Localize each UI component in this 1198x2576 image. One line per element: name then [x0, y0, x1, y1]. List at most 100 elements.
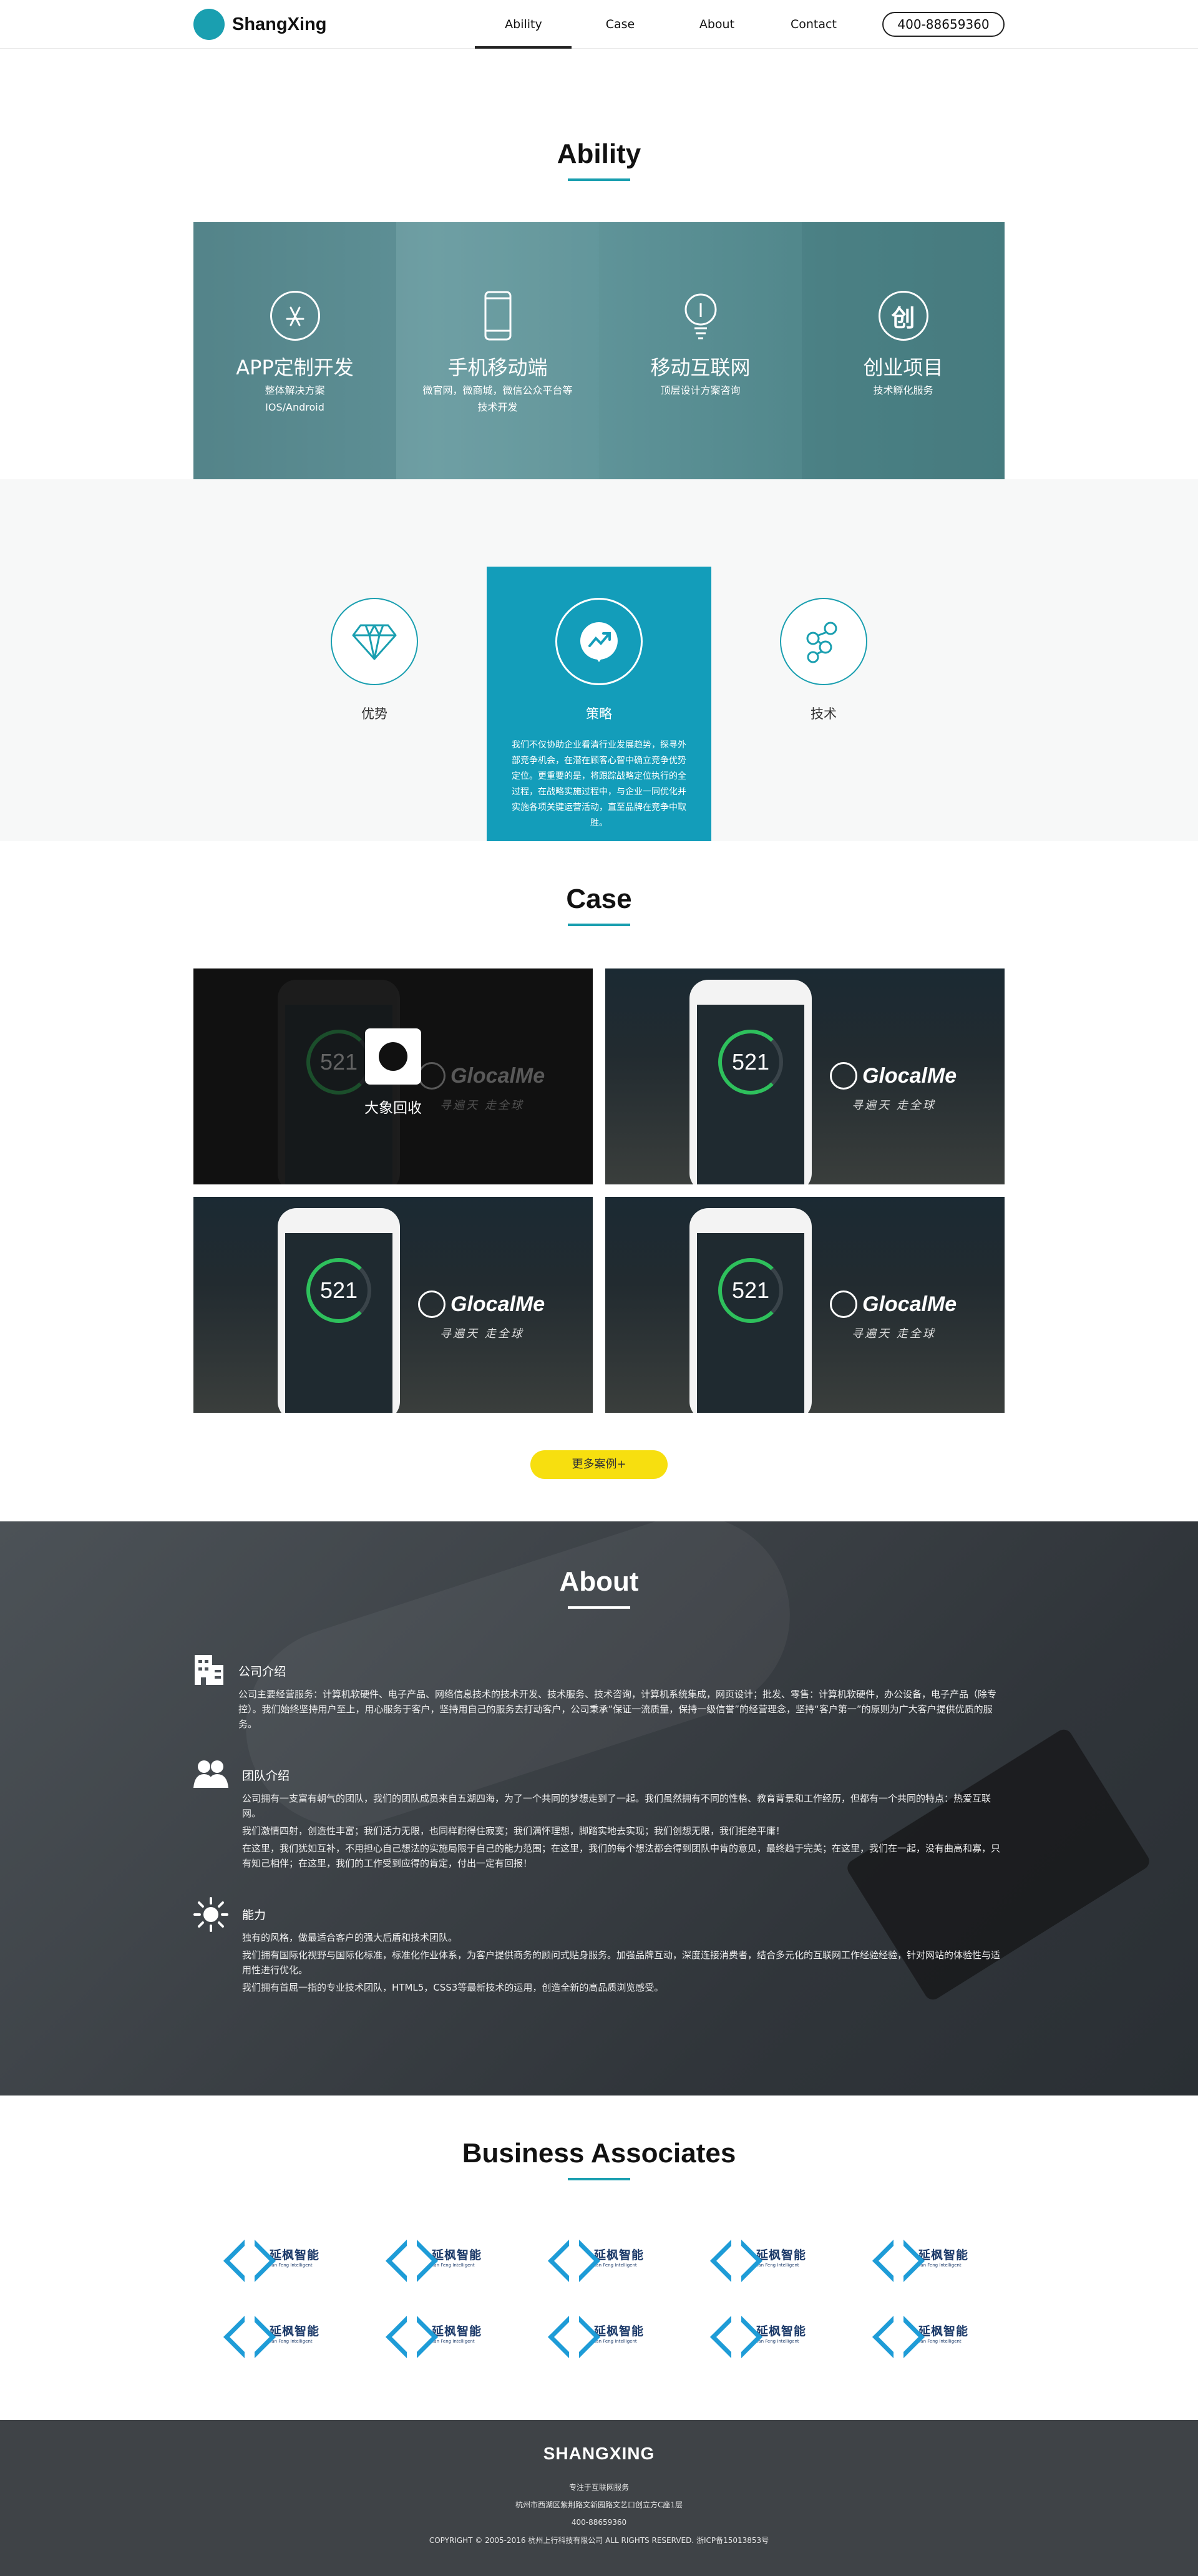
- partner-name-en: Yan Feng Intelligent: [756, 2262, 799, 2268]
- section-title-ability: Ability: [557, 139, 641, 169]
- about-company: 公司介绍 公司主要经营服务：计算机软硬件、电子产品、网络信息技术的技术开发、技术…: [193, 1654, 1005, 1732]
- nav-item-ability[interactable]: Ability: [475, 0, 572, 49]
- partner-mark-icon: [392, 2244, 427, 2269]
- partner-logo[interactable]: 延枫智能 Yan Feng Intelligent: [193, 2315, 356, 2350]
- phone-mockup: 521: [278, 1208, 400, 1413]
- partner-logo[interactable]: 延枫智能 Yan Feng Intelligent: [518, 2239, 680, 2274]
- partner-mark-icon: [879, 2244, 913, 2269]
- glocalme-logo: GlocalMe: [830, 1290, 957, 1318]
- about-team: 团队介绍 公司拥有一支富有朝气的团队，我们的团队成员来自五湖四海，为了一个共同的…: [193, 1758, 1005, 1871]
- ability-section: Ability APP定制开发 整体解决方案 IOS/Android 手机移动端…: [0, 49, 1198, 484]
- ability-card-startup[interactable]: 创 创业项目 技术孵化服务: [802, 222, 1005, 484]
- partner-name: 延枫智能: [593, 2248, 644, 2262]
- building-icon: [193, 1654, 225, 1689]
- case-card[interactable]: 521 GlocalMe 寻遍天 走全球: [193, 1197, 593, 1413]
- ability-card-mobile[interactable]: 手机移动端 微官网，微商城，微信公众平台等 技术开发: [396, 222, 599, 484]
- partner-mark-icon: [554, 2320, 589, 2345]
- case-hover-overlay: 大象回收: [193, 1028, 593, 1117]
- partner-logo[interactable]: 延枫智能 Yan Feng Intelligent: [518, 2315, 680, 2350]
- about-heading: 能力: [242, 1908, 266, 1922]
- feature-advantage[interactable]: 优势: [262, 567, 487, 841]
- more-cases-button[interactable]: 更多案例+: [530, 1450, 668, 1479]
- section-title-partners: Business Associates: [462, 2138, 736, 2169]
- partner-name-en: Yan Feng Intelligent: [593, 2262, 637, 2268]
- team-icon: [193, 1758, 228, 1793]
- about-section: About 公司介绍 公司主要经营服务：计算机软硬件、电子产品、网络信息技术的技…: [0, 1521, 1198, 2095]
- partner-name: 延枫智能: [756, 2248, 806, 2262]
- ability-desc: 技术开发: [477, 401, 518, 413]
- nav-item-contact[interactable]: Contact: [765, 0, 862, 49]
- title-underline: [568, 1606, 630, 1609]
- case-grid: 521 GlocalMe 寻遍天 走全球 大象回收 521 GlocalMe 寻…: [193, 968, 1005, 1413]
- glocalme-logo: GlocalMe: [830, 1062, 957, 1090]
- partner-name: 延枫智能: [269, 2248, 319, 2262]
- footer-tagline: 专注于互联网服务: [568, 2483, 629, 2492]
- footer-copyright: COPYRIGHT © 2005-2016 杭州上行科技有限公司 ALL RIG…: [429, 2536, 769, 2545]
- partner-mark-icon: [716, 2320, 751, 2345]
- app-store-icon: [270, 291, 320, 341]
- partner-name: 延枫智能: [269, 2324, 319, 2338]
- feature-strategy[interactable]: 策略 我们不仅协助企业看清行业发展趋势，探寻外部竞争机会，在潜在顾客心智中确立竞…: [487, 567, 711, 841]
- ability-card-internet[interactable]: 移动互联网 顶层设计方案咨询: [599, 222, 802, 484]
- partner-name: 延枫智能: [431, 2248, 482, 2262]
- ability-title: 手机移动端: [447, 356, 548, 379]
- about-paragraph: 独有的风格，做最适合客户的强大后盾和技术团队。: [242, 1932, 458, 1943]
- case-card[interactable]: 521 GlocalMe 寻遍天 走全球: [605, 968, 1005, 1184]
- partner-name: 延枫智能: [756, 2324, 806, 2338]
- partner-logo[interactable]: 延枫智能 Yan Feng Intelligent: [356, 2239, 518, 2274]
- features-section: 优势 策略 我们不仅协助企业看清行业发展趋势，探寻外部竞争机会，在潜在顾客心智中…: [0, 479, 1198, 841]
- brand-logo[interactable]: ShangXing: [193, 9, 326, 40]
- about-paragraph: 我们激情四射，创造性丰富；我们活力无限，也同样耐得住寂寞；我们满怀理想，脚踏实地…: [242, 1825, 786, 1837]
- footer-phone: 400-88659360: [571, 2518, 627, 2527]
- about-paragraph: 我们拥有国际化视野与国际化标准，标准化作业体系，为客户提供商务的顾问式贴身服务。…: [242, 1949, 1001, 1976]
- partner-name-en: Yan Feng Intelligent: [431, 2338, 475, 2344]
- partner-name: 延枫智能: [918, 2248, 968, 2262]
- partner-name-en: Yan Feng Intelligent: [593, 2338, 637, 2344]
- ability-title: 移动互联网: [650, 356, 751, 379]
- pie-logo-icon: [365, 1028, 421, 1085]
- strategy-icon: [555, 598, 643, 685]
- about-paragraph: 公司拥有一支富有朝气的团队，我们的团队成员来自五湖四海，为了一个共同的梦想走到了…: [242, 1793, 991, 1819]
- partner-logo[interactable]: 延枫智能 Yan Feng Intelligent: [680, 2239, 842, 2274]
- phone-number-button[interactable]: 400-88659360: [882, 12, 1005, 37]
- feature-technology[interactable]: 技术: [711, 567, 936, 841]
- partner-logo[interactable]: 延枫智能 Yan Feng Intelligent: [680, 2315, 842, 2350]
- partner-mark-icon: [554, 2244, 589, 2269]
- partner-logo[interactable]: 延枫智能 Yan Feng Intelligent: [356, 2315, 518, 2350]
- partner-logo-grid: 延枫智能 Yan Feng Intelligent 延枫智能 Yan Feng Int…: [193, 2239, 1005, 2350]
- partner-logo[interactable]: 延枫智能 Yan Feng Intelligent: [193, 2239, 356, 2274]
- nav-item-about[interactable]: About: [668, 0, 765, 49]
- case-card[interactable]: 521 GlocalMe 寻遍天 走全球 大象回收: [193, 968, 593, 1184]
- glocalme-slogan: 寻遍天 走全球: [440, 1327, 524, 1340]
- phone-mockup: 521: [689, 1208, 812, 1413]
- footer-brand: SHANGXING: [543, 2444, 655, 2463]
- partner-name-en: Yan Feng Intelligent: [918, 2262, 962, 2268]
- glocalme-slogan: 寻遍天 走全球: [852, 1327, 936, 1340]
- feature-text: 我们不仅协助企业看清行业发展趋势，探寻外部竞争机会，在潜在顾客心智中确立竞争优势…: [512, 740, 686, 828]
- case-section: Case 521 GlocalMe 寻遍天 走全球 大象回收 521 Gloca…: [0, 841, 1198, 1521]
- section-title-about: About: [559, 1566, 639, 1597]
- partners-section: Business Associates 延枫智能 Yan Feng Intelli…: [0, 2095, 1198, 2420]
- logo-circle-icon: [193, 9, 225, 40]
- footer: SHANGXING 专注于互联网服务 杭州市西湖区紫荆路文新园路文艺口创立方C座…: [0, 2420, 1198, 2576]
- ability-desc: IOS/Android: [265, 401, 324, 413]
- case-title: 大象回收: [364, 1100, 422, 1116]
- feature-title: 优势: [361, 706, 387, 721]
- partner-logo[interactable]: 延枫智能 Yan Feng Intelligent: [842, 2239, 1005, 2274]
- partner-name-en: Yan Feng Intelligent: [269, 2338, 313, 2344]
- footer-info: 专注于互联网服务 杭州市西湖区紫荆路文新园路文艺口创立方C座1层 400-886…: [0, 2479, 1198, 2531]
- partner-logo[interactable]: 延枫智能 Yan Feng Intelligent: [842, 2315, 1005, 2350]
- nav-item-case[interactable]: Case: [572, 0, 668, 49]
- feature-title: 策略: [586, 706, 612, 721]
- ability-title: APP定制开发: [236, 356, 354, 379]
- partner-name-en: Yan Feng Intelligent: [756, 2338, 799, 2344]
- ability-card-app[interactable]: APP定制开发 整体解决方案 IOS/Android: [193, 222, 396, 484]
- case-card[interactable]: 521 GlocalMe 寻遍天 走全球: [605, 1197, 1005, 1413]
- title-underline: [568, 178, 630, 181]
- diamond-icon: [331, 598, 418, 685]
- tech-molecule-icon: [780, 598, 867, 685]
- ability-desc: 整体解决方案: [265, 384, 325, 396]
- partner-mark-icon: [716, 2244, 751, 2269]
- partner-name-en: Yan Feng Intelligent: [269, 2262, 313, 2268]
- glocalme-slogan: 寻遍天 走全球: [852, 1099, 936, 1112]
